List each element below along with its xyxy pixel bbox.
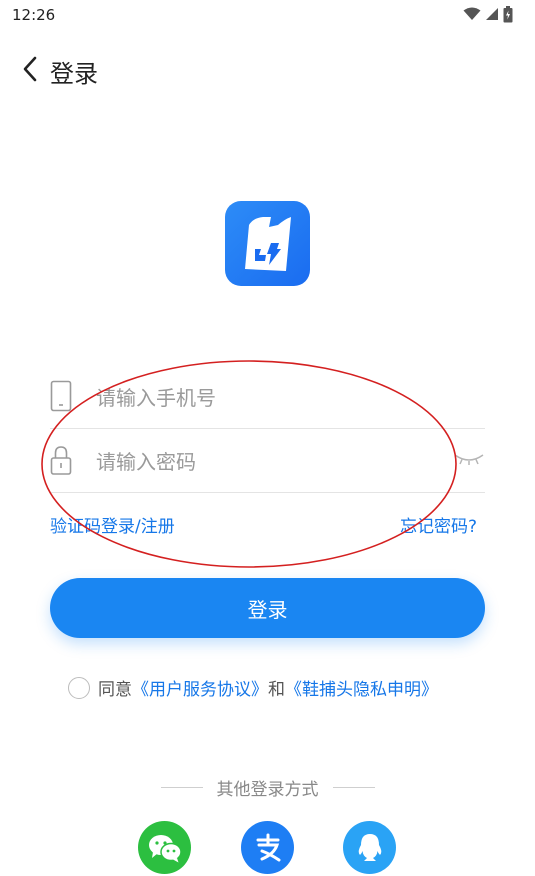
forgot-password-link[interactable]: 忘记密码? (400, 512, 477, 537)
agreement-prefix: 同意 (98, 680, 132, 700)
phone-icon (50, 380, 72, 412)
app-logo (225, 201, 310, 286)
other-login-label: 其他登录方式 (216, 780, 319, 800)
qq-login-button[interactable] (343, 821, 396, 874)
wechat-login-button[interactable] (138, 821, 191, 874)
alipay-icon (256, 833, 280, 861)
status-time: 12:26 (12, 6, 56, 24)
divider (332, 787, 375, 788)
status-bar: 12:26 (0, 0, 535, 30)
qq-icon (358, 833, 381, 861)
chevron-left-icon (23, 56, 37, 82)
agreement-checkbox[interactable] (68, 676, 90, 699)
wifi-icon (463, 7, 481, 20)
agreement-and: 和 (268, 680, 285, 700)
privacy-link[interactable]: 《鞋捕头隐私申明》 (285, 675, 438, 700)
lock-icon (50, 446, 72, 475)
phone-input[interactable] (94, 382, 438, 414)
wechat-icon (148, 834, 182, 862)
login-button[interactable]: 登录 (50, 578, 485, 638)
app-logo-icon (245, 217, 291, 271)
password-field (50, 432, 485, 493)
password-input[interactable] (94, 446, 438, 478)
other-login-title: 其他登录方式 (0, 775, 535, 800)
user-agreement-link[interactable]: 《用户服务协议》 (132, 675, 268, 700)
page-title: 登录 (50, 60, 98, 88)
code-login-link[interactable]: 验证码登录/注册 (50, 512, 175, 537)
divider (160, 787, 203, 788)
alipay-login-button[interactable] (241, 821, 294, 874)
eye-closed-icon[interactable] (453, 452, 485, 466)
phone-field (50, 368, 485, 429)
agreement-row: 同意 《用户服务协议》 和 《鞋捕头隐私申明》 (68, 675, 438, 700)
signal-icon (486, 8, 498, 20)
status-icons (463, 5, 513, 23)
back-button[interactable] (16, 52, 44, 86)
battery-icon (503, 5, 513, 22)
